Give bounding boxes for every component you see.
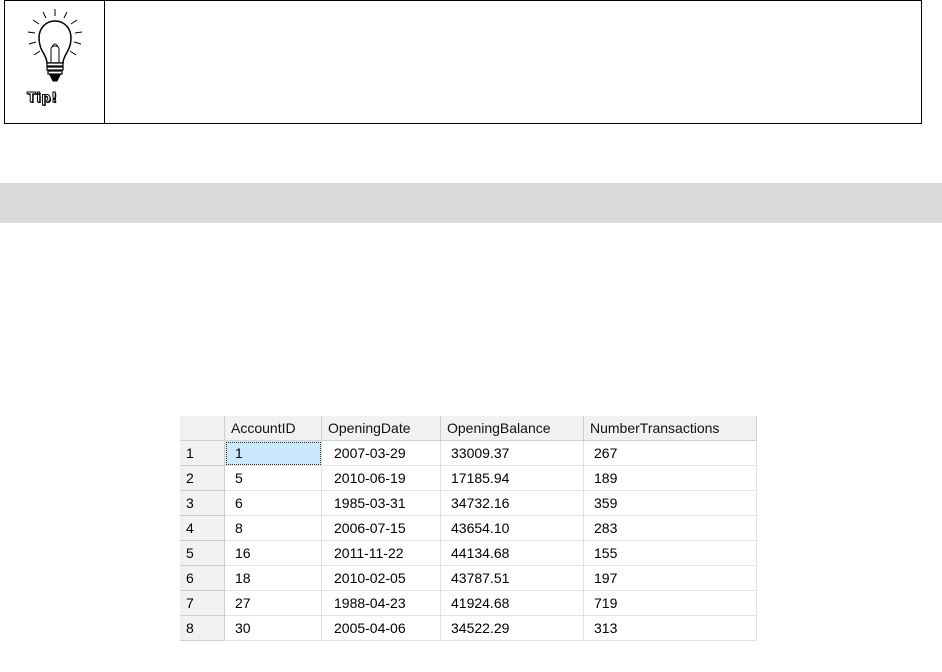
tip-box: Tip!: [4, 0, 922, 124]
row-number[interactable]: 7: [180, 590, 225, 616]
cell-openingdate[interactable]: 2006-07-15: [321, 515, 441, 541]
cell-openingdate[interactable]: 2011-11-22: [321, 540, 441, 566]
results-grid: AccountID OpeningDate OpeningBalance Num…: [180, 416, 757, 641]
cell-accountid[interactable]: 16: [224, 540, 322, 566]
tip-text-cell: [105, 1, 921, 123]
cell-accountid[interactable]: 8: [224, 515, 322, 541]
tip-label: Tip!: [27, 91, 58, 107]
cell-numbertransactions[interactable]: 267: [583, 440, 757, 466]
grid-corner-cell[interactable]: [180, 416, 225, 441]
cell-accountid[interactable]: 30: [224, 615, 322, 641]
cell-accountid[interactable]: 1: [224, 440, 322, 466]
cell-openingdate[interactable]: 2010-06-19: [321, 465, 441, 491]
row-number[interactable]: 5: [180, 540, 225, 566]
table-row: 3 6 1985-03-31 34732.16 359: [180, 490, 757, 516]
column-header-accountid[interactable]: AccountID: [224, 416, 322, 441]
column-header-numbertransactions[interactable]: NumberTransactions: [583, 416, 757, 441]
cell-openingbalance[interactable]: 43654.10: [440, 515, 584, 541]
cell-numbertransactions[interactable]: 359: [583, 490, 757, 516]
cell-accountid[interactable]: 18: [224, 565, 322, 591]
row-number[interactable]: 2: [180, 465, 225, 491]
table-row: 7 27 1988-04-23 41924.68 719: [180, 590, 757, 616]
row-number[interactable]: 6: [180, 565, 225, 591]
cell-numbertransactions[interactable]: 197: [583, 565, 757, 591]
column-header-openingbalance[interactable]: OpeningBalance: [440, 416, 584, 441]
cell-openingbalance[interactable]: 34522.29: [440, 615, 584, 641]
table-row: 8 30 2005-04-06 34522.29 313: [180, 615, 757, 641]
cell-numbertransactions[interactable]: 283: [583, 515, 757, 541]
cell-accountid[interactable]: 27: [224, 590, 322, 616]
cell-openingbalance[interactable]: 17185.94: [440, 465, 584, 491]
lightbulb-icon: [27, 9, 83, 82]
cell-numbertransactions[interactable]: 189: [583, 465, 757, 491]
cell-accountid[interactable]: 5: [224, 465, 322, 491]
table-row: 6 18 2010-02-05 43787.51 197: [180, 565, 757, 591]
cell-numbertransactions[interactable]: 155: [583, 540, 757, 566]
cell-openingbalance[interactable]: 44134.68: [440, 540, 584, 566]
cell-numbertransactions[interactable]: 719: [583, 590, 757, 616]
row-number[interactable]: 4: [180, 515, 225, 541]
cell-openingbalance[interactable]: 41924.68: [440, 590, 584, 616]
cell-openingdate[interactable]: 2007-03-29: [321, 440, 441, 466]
column-header-openingdate[interactable]: OpeningDate: [321, 416, 441, 441]
cell-openingbalance[interactable]: 34732.16: [440, 490, 584, 516]
tip-icon-cell: Tip!: [5, 1, 105, 123]
cell-accountid[interactable]: 6: [224, 490, 322, 516]
row-number[interactable]: 1: [180, 440, 225, 466]
cell-openingdate[interactable]: 1985-03-31: [321, 490, 441, 516]
row-number[interactable]: 8: [180, 615, 225, 641]
row-number[interactable]: 3: [180, 490, 225, 516]
table-row: 1 1 2007-03-29 33009.37 267: [180, 440, 757, 466]
cell-openingdate[interactable]: 2005-04-06: [321, 615, 441, 641]
grid-header-row: AccountID OpeningDate OpeningBalance Num…: [180, 416, 757, 441]
table-row: 5 16 2011-11-22 44134.68 155: [180, 540, 757, 566]
table-row: 2 5 2010-06-19 17185.94 189: [180, 465, 757, 491]
cell-numbertransactions[interactable]: 313: [583, 615, 757, 641]
cell-openingdate[interactable]: 2010-02-05: [321, 565, 441, 591]
cell-openingbalance[interactable]: 33009.37: [440, 440, 584, 466]
cell-openingbalance[interactable]: 43787.51: [440, 565, 584, 591]
cell-openingdate[interactable]: 1988-04-23: [321, 590, 441, 616]
section-band: [0, 183, 942, 223]
table-row: 4 8 2006-07-15 43654.10 283: [180, 515, 757, 541]
